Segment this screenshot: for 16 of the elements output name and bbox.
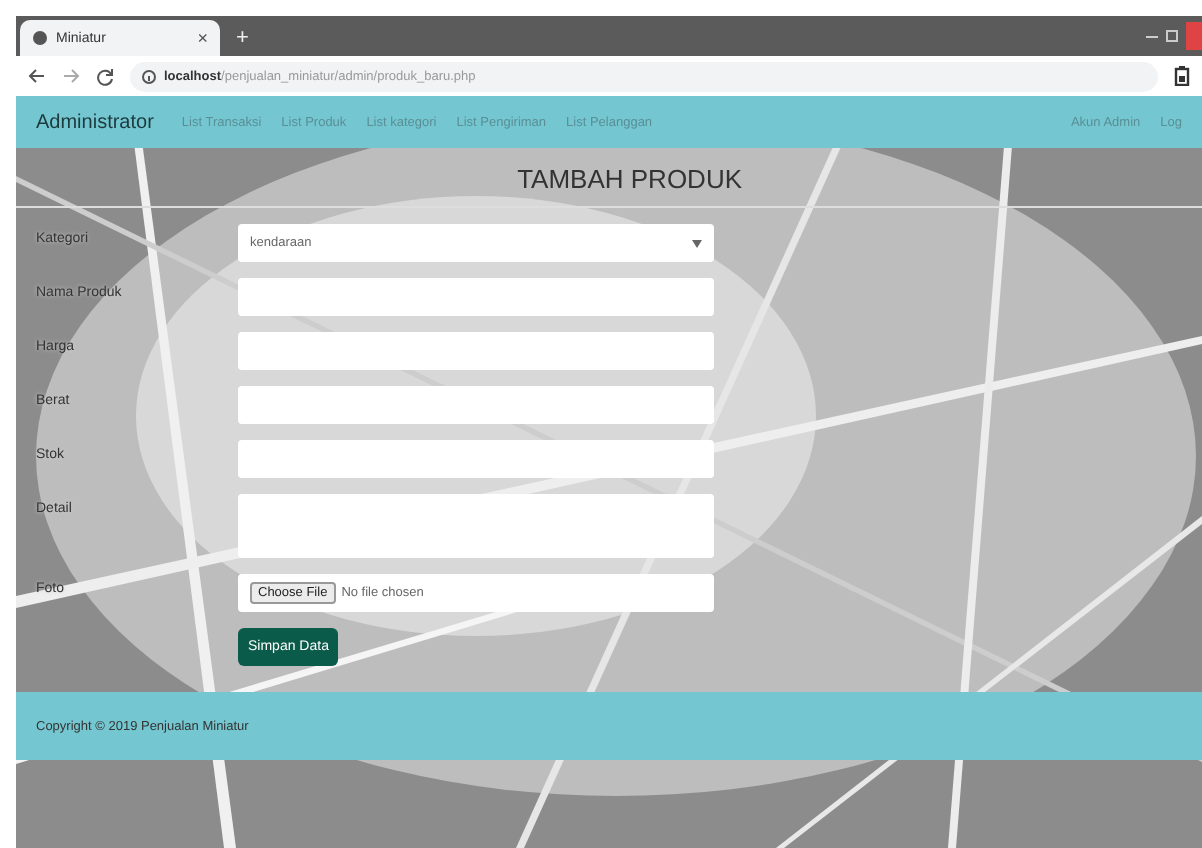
minimize-icon[interactable] (1146, 30, 1158, 42)
brand-link[interactable]: Administrator (36, 111, 154, 133)
back-icon[interactable] (28, 68, 46, 84)
forward-icon[interactable] (62, 68, 80, 84)
page-title: TAMBAH PRODUK (16, 148, 1202, 208)
dropdown-arrow-icon (692, 239, 702, 247)
reload-icon[interactable] (96, 67, 114, 85)
clipboard-icon[interactable] (1174, 66, 1190, 86)
close-tab-button[interactable]: × (197, 28, 208, 48)
maximize-icon[interactable] (1166, 30, 1178, 42)
info-icon (142, 69, 156, 83)
text-field[interactable] (238, 386, 714, 424)
text-field[interactable] (238, 278, 714, 316)
text-field[interactable] (238, 440, 714, 478)
text-field[interactable] (238, 332, 714, 370)
new-tab-button[interactable]: + (236, 26, 249, 50)
